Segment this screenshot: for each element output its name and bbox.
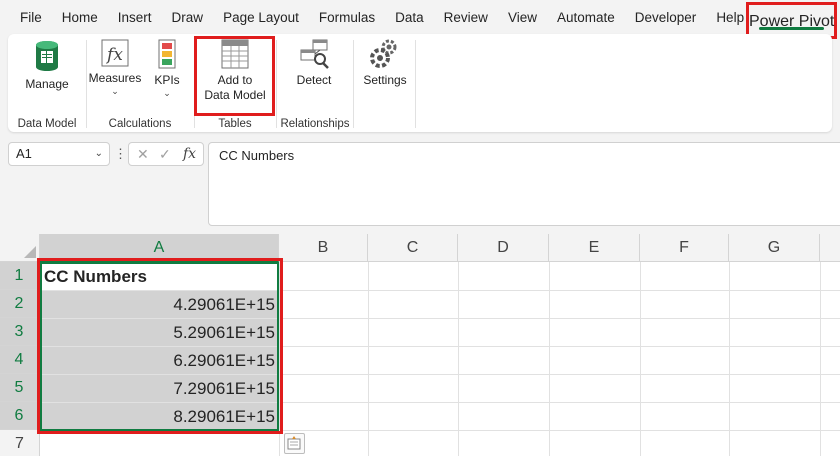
row-header-1[interactable]: 1 xyxy=(0,262,40,290)
settings-button[interactable]: Settings xyxy=(358,38,412,88)
column-gridline xyxy=(729,262,730,456)
column-gridline xyxy=(458,262,459,456)
name-box[interactable]: A1 ⌄ xyxy=(8,142,110,166)
menu-draw[interactable]: Draw xyxy=(162,0,214,36)
selected-range-highlight xyxy=(37,258,283,434)
svg-text:fx: fx xyxy=(105,45,123,65)
menu-bar: File Home Insert Draw Page Layout Formul… xyxy=(0,0,840,36)
group-calculations: fx Measures ⌄ KPIs ⌄ Calculations xyxy=(87,34,193,132)
chevron-down-icon: ⌄ xyxy=(163,88,171,98)
column-header-h[interactable] xyxy=(820,234,840,262)
ribbon: Manage Data Model fx Measures ⌄ KPIs ⌄ C… xyxy=(8,34,832,132)
enter-icon[interactable]: ✓ xyxy=(159,146,171,163)
active-tab-underline xyxy=(759,27,824,30)
menu-home[interactable]: Home xyxy=(52,0,108,36)
kpis-button[interactable]: KPIs ⌄ xyxy=(147,38,187,98)
row-header-2[interactable]: 2 xyxy=(0,290,40,318)
name-box-value: A1 xyxy=(16,146,32,161)
measures-button[interactable]: fx Measures ⌄ xyxy=(87,38,143,96)
detect-label: Detect xyxy=(296,73,332,87)
row-header-7[interactable]: 7 xyxy=(0,430,40,456)
column-header-g[interactable]: G xyxy=(729,234,820,262)
measures-label: Measures xyxy=(88,71,142,85)
column-header-f[interactable]: F xyxy=(640,234,729,262)
row-header-4[interactable]: 4 xyxy=(0,346,40,374)
add-to-data-model-highlight xyxy=(194,36,275,116)
group-label-data-model: Data Model xyxy=(17,118,77,130)
column-gridline xyxy=(368,262,369,456)
group-relationships: Detect Relationships xyxy=(277,34,353,132)
menu-file[interactable]: File xyxy=(0,0,52,36)
cancel-icon[interactable]: ✕ xyxy=(137,146,149,163)
formula-input[interactable]: CC Numbers xyxy=(208,142,840,226)
more-options-icon[interactable]: ⋮ xyxy=(114,146,127,162)
column-header-c[interactable]: C xyxy=(368,234,458,262)
quick-analysis-button[interactable] xyxy=(284,433,305,454)
menu-developer[interactable]: Developer xyxy=(625,0,707,36)
column-gridline xyxy=(640,262,641,456)
formula-content: CC Numbers xyxy=(219,148,295,163)
column-gridline xyxy=(820,262,821,456)
menu-insert[interactable]: Insert xyxy=(108,0,162,36)
menu-review[interactable]: Review xyxy=(434,0,498,36)
group-data-model: Manage Data Model xyxy=(8,34,86,132)
menu-automate[interactable]: Automate xyxy=(547,0,625,36)
menu-formulas[interactable]: Formulas xyxy=(309,0,385,36)
row-header-5[interactable]: 5 xyxy=(0,374,40,402)
fx-icon: fx xyxy=(101,39,129,67)
insert-function-icon[interactable]: fx xyxy=(183,146,196,162)
kpi-icon xyxy=(158,39,176,69)
menu-view[interactable]: View xyxy=(498,0,547,36)
row-header-6[interactable]: 6 xyxy=(0,402,40,430)
group-label-tables: Tables xyxy=(218,118,252,130)
column-header-d[interactable]: D xyxy=(458,234,549,262)
menu-page-layout[interactable]: Page Layout xyxy=(213,0,309,36)
detect-button[interactable]: Detect xyxy=(286,38,342,88)
group-label-relationships: Relationships xyxy=(280,118,350,130)
formula-buttons: ✕ ✓ fx xyxy=(128,142,204,166)
group-settings: Settings xyxy=(354,34,416,132)
manage-label: Manage xyxy=(25,77,69,91)
row-header-3[interactable]: 3 xyxy=(0,318,40,346)
settings-label: Settings xyxy=(363,73,407,87)
menu-data[interactable]: Data xyxy=(385,0,434,36)
select-all-button[interactable] xyxy=(0,234,40,262)
manage-button[interactable]: Manage xyxy=(16,38,78,92)
column-gridline xyxy=(549,262,550,456)
chevron-down-icon[interactable]: ⌄ xyxy=(95,143,103,165)
detect-relationships-icon xyxy=(300,39,329,69)
column-header-b[interactable]: B xyxy=(279,234,368,262)
gear-icon xyxy=(370,39,397,68)
group-separator xyxy=(415,40,416,128)
chevron-down-icon: ⌄ xyxy=(111,86,119,96)
kpis-label: KPIs xyxy=(154,73,180,87)
group-label-calculations: Calculations xyxy=(108,118,172,130)
column-header-e[interactable]: E xyxy=(549,234,640,262)
manage-icon xyxy=(36,41,58,71)
quick-analysis-icon xyxy=(287,436,301,450)
